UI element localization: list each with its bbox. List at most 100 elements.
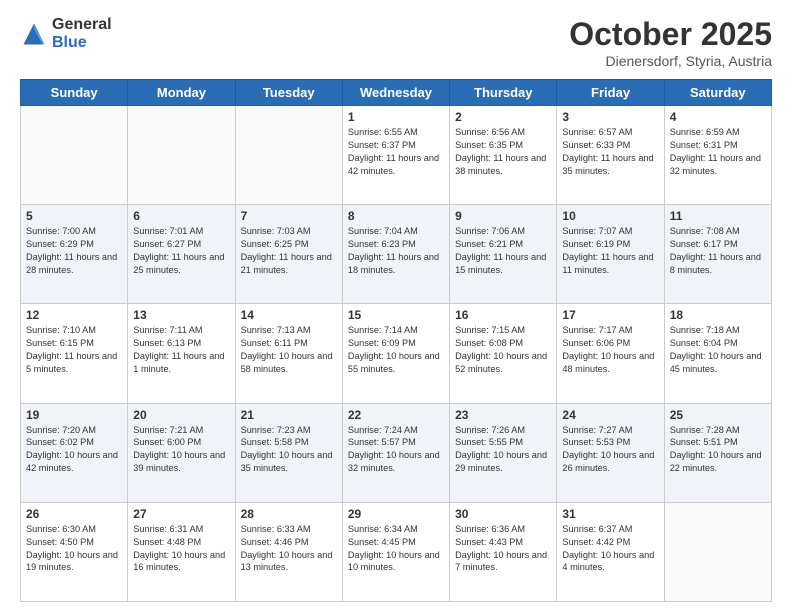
table-row: 24 Sunrise: 7:27 AMSunset: 5:53 PMDayligh… (557, 403, 664, 502)
day-number: 25 (670, 408, 766, 422)
day-number: 22 (348, 408, 444, 422)
day-info: Sunrise: 6:36 AMSunset: 4:43 PMDaylight:… (455, 523, 551, 575)
table-row: 23 Sunrise: 7:26 AMSunset: 5:55 PMDayligh… (450, 403, 557, 502)
table-row (21, 106, 128, 205)
calendar-week-row: 12 Sunrise: 7:10 AMSunset: 6:15 PMDayligh… (21, 304, 772, 403)
day-number: 8 (348, 209, 444, 223)
table-row: 29 Sunrise: 6:34 AMSunset: 4:45 PMDayligh… (342, 502, 449, 601)
day-number: 26 (26, 507, 122, 521)
table-row: 20 Sunrise: 7:21 AMSunset: 6:00 PMDayligh… (128, 403, 235, 502)
day-info: Sunrise: 6:33 AMSunset: 4:46 PMDaylight:… (241, 523, 337, 575)
day-info: Sunrise: 6:31 AMSunset: 4:48 PMDaylight:… (133, 523, 229, 575)
logo-icon (20, 20, 48, 48)
table-row: 25 Sunrise: 7:28 AMSunset: 5:51 PMDayligh… (664, 403, 771, 502)
table-row: 14 Sunrise: 7:13 AMSunset: 6:11 PMDayligh… (235, 304, 342, 403)
day-info: Sunrise: 7:08 AMSunset: 6:17 PMDaylight:… (670, 225, 766, 277)
table-row: 13 Sunrise: 7:11 AMSunset: 6:13 PMDayligh… (128, 304, 235, 403)
logo-general: General (52, 16, 112, 34)
day-number: 27 (133, 507, 229, 521)
day-number: 18 (670, 308, 766, 322)
day-info: Sunrise: 7:00 AMSunset: 6:29 PMDaylight:… (26, 225, 122, 277)
calendar-week-row: 5 Sunrise: 7:00 AMSunset: 6:29 PMDaylight… (21, 205, 772, 304)
table-row: 11Sunrise: 7:08 AMSunset: 6:17 PMDayligh… (664, 205, 771, 304)
title-block: October 2025 Dienersdorf, Styria, Austri… (569, 16, 772, 69)
day-number: 20 (133, 408, 229, 422)
day-info: Sunrise: 6:57 AMSunset: 6:33 PMDaylight:… (562, 126, 658, 178)
table-row: 15Sunrise: 7:14 AMSunset: 6:09 PMDayligh… (342, 304, 449, 403)
header-thursday: Thursday (450, 80, 557, 106)
table-row: 27 Sunrise: 6:31 AMSunset: 4:48 PMDayligh… (128, 502, 235, 601)
day-info: Sunrise: 7:28 AMSunset: 5:51 PMDaylight:… (670, 424, 766, 476)
day-number: 12 (26, 308, 122, 322)
day-number: 17 (562, 308, 658, 322)
day-number: 3 (562, 110, 658, 124)
table-row (128, 106, 235, 205)
day-info: Sunrise: 7:13 AMSunset: 6:11 PMDaylight:… (241, 324, 337, 376)
calendar-table: Sunday Monday Tuesday Wednesday Thursday… (20, 79, 772, 602)
header: General Blue October 2025 Dienersdorf, S… (20, 16, 772, 69)
header-friday: Friday (557, 80, 664, 106)
table-row: 12 Sunrise: 7:10 AMSunset: 6:15 PMDayligh… (21, 304, 128, 403)
logo-text: General Blue (52, 16, 112, 51)
calendar-week-row: 19 Sunrise: 7:20 AMSunset: 6:02 PMDayligh… (21, 403, 772, 502)
table-row: 8Sunrise: 7:04 AMSunset: 6:23 PMDaylight… (342, 205, 449, 304)
day-number: 5 (26, 209, 122, 223)
day-number: 9 (455, 209, 551, 223)
location-subtitle: Dienersdorf, Styria, Austria (569, 53, 772, 69)
table-row (235, 106, 342, 205)
table-row: 31 Sunrise: 6:37 AMSunset: 4:42 PMDayligh… (557, 502, 664, 601)
day-number: 13 (133, 308, 229, 322)
month-title: October 2025 (569, 16, 772, 53)
day-number: 28 (241, 507, 337, 521)
table-row: 10Sunrise: 7:07 AMSunset: 6:19 PMDayligh… (557, 205, 664, 304)
day-number: 30 (455, 507, 551, 521)
day-number: 14 (241, 308, 337, 322)
day-number: 19 (26, 408, 122, 422)
header-sunday: Sunday (21, 80, 128, 106)
table-row: 21Sunrise: 7:23 AMSunset: 5:58 PMDayligh… (235, 403, 342, 502)
table-row: 9 Sunrise: 7:06 AMSunset: 6:21 PMDaylight… (450, 205, 557, 304)
table-row (664, 502, 771, 601)
table-row: 30 Sunrise: 6:36 AMSunset: 4:43 PMDayligh… (450, 502, 557, 601)
table-row: 1Sunrise: 6:55 AMSunset: 6:37 PMDaylight… (342, 106, 449, 205)
weekday-header-row: Sunday Monday Tuesday Wednesday Thursday… (21, 80, 772, 106)
calendar-week-row: 26 Sunrise: 6:30 AMSunset: 4:50 PMDayligh… (21, 502, 772, 601)
day-number: 1 (348, 110, 444, 124)
day-info: Sunrise: 6:30 AMSunset: 4:50 PMDaylight:… (26, 523, 122, 575)
day-info: Sunrise: 7:26 AMSunset: 5:55 PMDaylight:… (455, 424, 551, 476)
day-info: Sunrise: 7:20 AMSunset: 6:02 PMDaylight:… (26, 424, 122, 476)
header-saturday: Saturday (664, 80, 771, 106)
table-row: 4 Sunrise: 6:59 AMSunset: 6:31 PMDaylight… (664, 106, 771, 205)
day-info: Sunrise: 6:34 AMSunset: 4:45 PMDaylight:… (348, 523, 444, 575)
day-info: Sunrise: 7:11 AMSunset: 6:13 PMDaylight:… (133, 324, 229, 376)
day-info: Sunrise: 6:59 AMSunset: 6:31 PMDaylight:… (670, 126, 766, 178)
day-info: Sunrise: 7:07 AMSunset: 6:19 PMDaylight:… (562, 225, 658, 277)
table-row: 2Sunrise: 6:56 AMSunset: 6:35 PMDaylight… (450, 106, 557, 205)
header-monday: Monday (128, 80, 235, 106)
table-row: 18 Sunrise: 7:18 AMSunset: 6:04 PMDayligh… (664, 304, 771, 403)
page: General Blue October 2025 Dienersdorf, S… (0, 0, 792, 612)
day-number: 23 (455, 408, 551, 422)
day-number: 31 (562, 507, 658, 521)
day-number: 29 (348, 507, 444, 521)
table-row: 16Sunrise: 7:15 AMSunset: 6:08 PMDayligh… (450, 304, 557, 403)
day-number: 24 (562, 408, 658, 422)
day-info: Sunrise: 7:18 AMSunset: 6:04 PMDaylight:… (670, 324, 766, 376)
day-info: Sunrise: 6:37 AMSunset: 4:42 PMDaylight:… (562, 523, 658, 575)
day-info: Sunrise: 7:21 AMSunset: 6:00 PMDaylight:… (133, 424, 229, 476)
day-info: Sunrise: 7:01 AMSunset: 6:27 PMDaylight:… (133, 225, 229, 277)
day-info: Sunrise: 7:17 AMSunset: 6:06 PMDaylight:… (562, 324, 658, 376)
day-info: Sunrise: 7:06 AMSunset: 6:21 PMDaylight:… (455, 225, 551, 277)
day-number: 2 (455, 110, 551, 124)
day-number: 6 (133, 209, 229, 223)
day-info: Sunrise: 7:10 AMSunset: 6:15 PMDaylight:… (26, 324, 122, 376)
table-row: 28 Sunrise: 6:33 AMSunset: 4:46 PMDayligh… (235, 502, 342, 601)
logo-blue: Blue (52, 34, 112, 52)
day-info: Sunrise: 7:23 AMSunset: 5:58 PMDaylight:… (241, 424, 337, 476)
day-info: Sunrise: 7:27 AMSunset: 5:53 PMDaylight:… (562, 424, 658, 476)
table-row: 7Sunrise: 7:03 AMSunset: 6:25 PMDaylight… (235, 205, 342, 304)
day-info: Sunrise: 7:14 AMSunset: 6:09 PMDaylight:… (348, 324, 444, 376)
day-number: 4 (670, 110, 766, 124)
day-info: Sunrise: 7:03 AMSunset: 6:25 PMDaylight:… (241, 225, 337, 277)
day-number: 16 (455, 308, 551, 322)
